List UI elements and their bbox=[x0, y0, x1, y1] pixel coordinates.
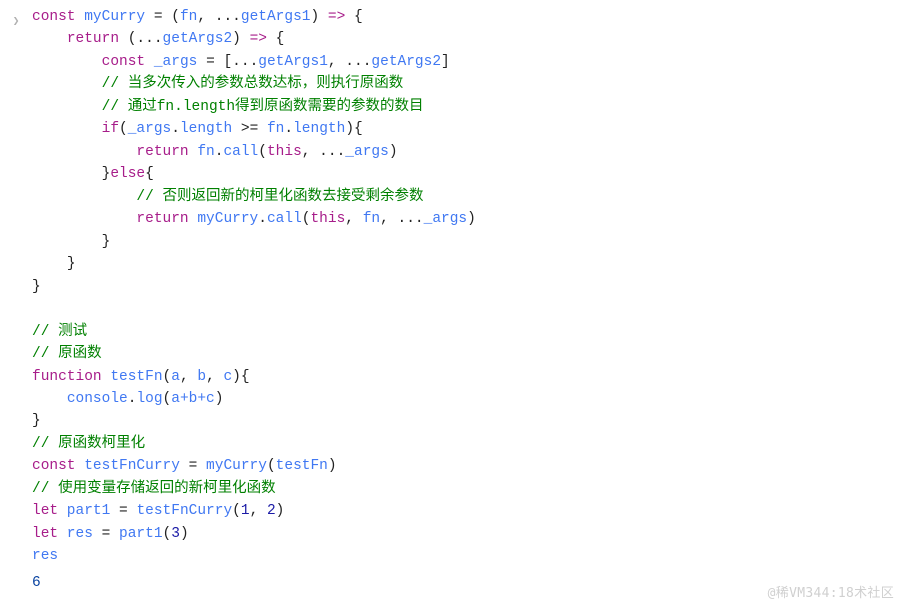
keyword-return: return bbox=[67, 31, 119, 47]
code-block[interactable]: const myCurry = (fn, ...getArgs1) => { r… bbox=[32, 6, 908, 568]
console-input-entry[interactable]: ❯ const myCurry = (fn, ...getArgs1) => {… bbox=[0, 6, 908, 568]
param-getargs1: getArgs1 bbox=[241, 9, 311, 25]
comment-line: // 当多次传入的参数总数达标，则执行原函数 bbox=[102, 76, 404, 92]
keyword-else: else bbox=[110, 166, 145, 182]
param-fn: fn bbox=[180, 9, 197, 25]
output-value: 6 bbox=[32, 572, 908, 594]
keyword-return: return bbox=[136, 211, 188, 227]
ident-mycurry: myCurry bbox=[76, 9, 154, 25]
keyword-const: const bbox=[32, 458, 76, 474]
keyword-return: return bbox=[136, 144, 188, 160]
keyword-const: const bbox=[32, 9, 76, 25]
ident-part1: part1 bbox=[58, 503, 119, 519]
comment-line: // 通过fn.length得到原函数需要的参数的数目 bbox=[102, 99, 424, 115]
comment-line: // 使用变量存储返回的新柯里化函数 bbox=[32, 481, 276, 497]
comment-line: // 原函数 bbox=[32, 346, 102, 362]
ident-testfn: testFn bbox=[102, 369, 163, 385]
ident-args: _args bbox=[145, 54, 206, 70]
keyword-function: function bbox=[32, 369, 102, 385]
ident-res: res bbox=[58, 526, 102, 542]
param-getargs2: getArgs2 bbox=[163, 31, 233, 47]
keyword-if: if bbox=[102, 121, 119, 137]
comment-line: // 测试 bbox=[32, 324, 87, 340]
ident-testfncurry: testFnCurry bbox=[76, 458, 189, 474]
keyword-this: this bbox=[310, 211, 345, 227]
comment-line: // 否则返回新的柯里化函数去接受剩余参数 bbox=[136, 189, 423, 205]
console-output-entry: 6 bbox=[0, 572, 908, 594]
keyword-let: let bbox=[32, 526, 58, 542]
input-gutter: ❯ bbox=[0, 6, 32, 28]
ident-res: res bbox=[32, 548, 58, 564]
comment-line: // 原函数柯里化 bbox=[32, 436, 145, 452]
keyword-const: const bbox=[102, 54, 146, 70]
console-panel: ❯ const myCurry = (fn, ...getArgs1) => {… bbox=[0, 0, 908, 594]
keyword-this: this bbox=[267, 144, 302, 160]
prompt-icon: ❯ bbox=[13, 16, 20, 28]
keyword-let: let bbox=[32, 503, 58, 519]
